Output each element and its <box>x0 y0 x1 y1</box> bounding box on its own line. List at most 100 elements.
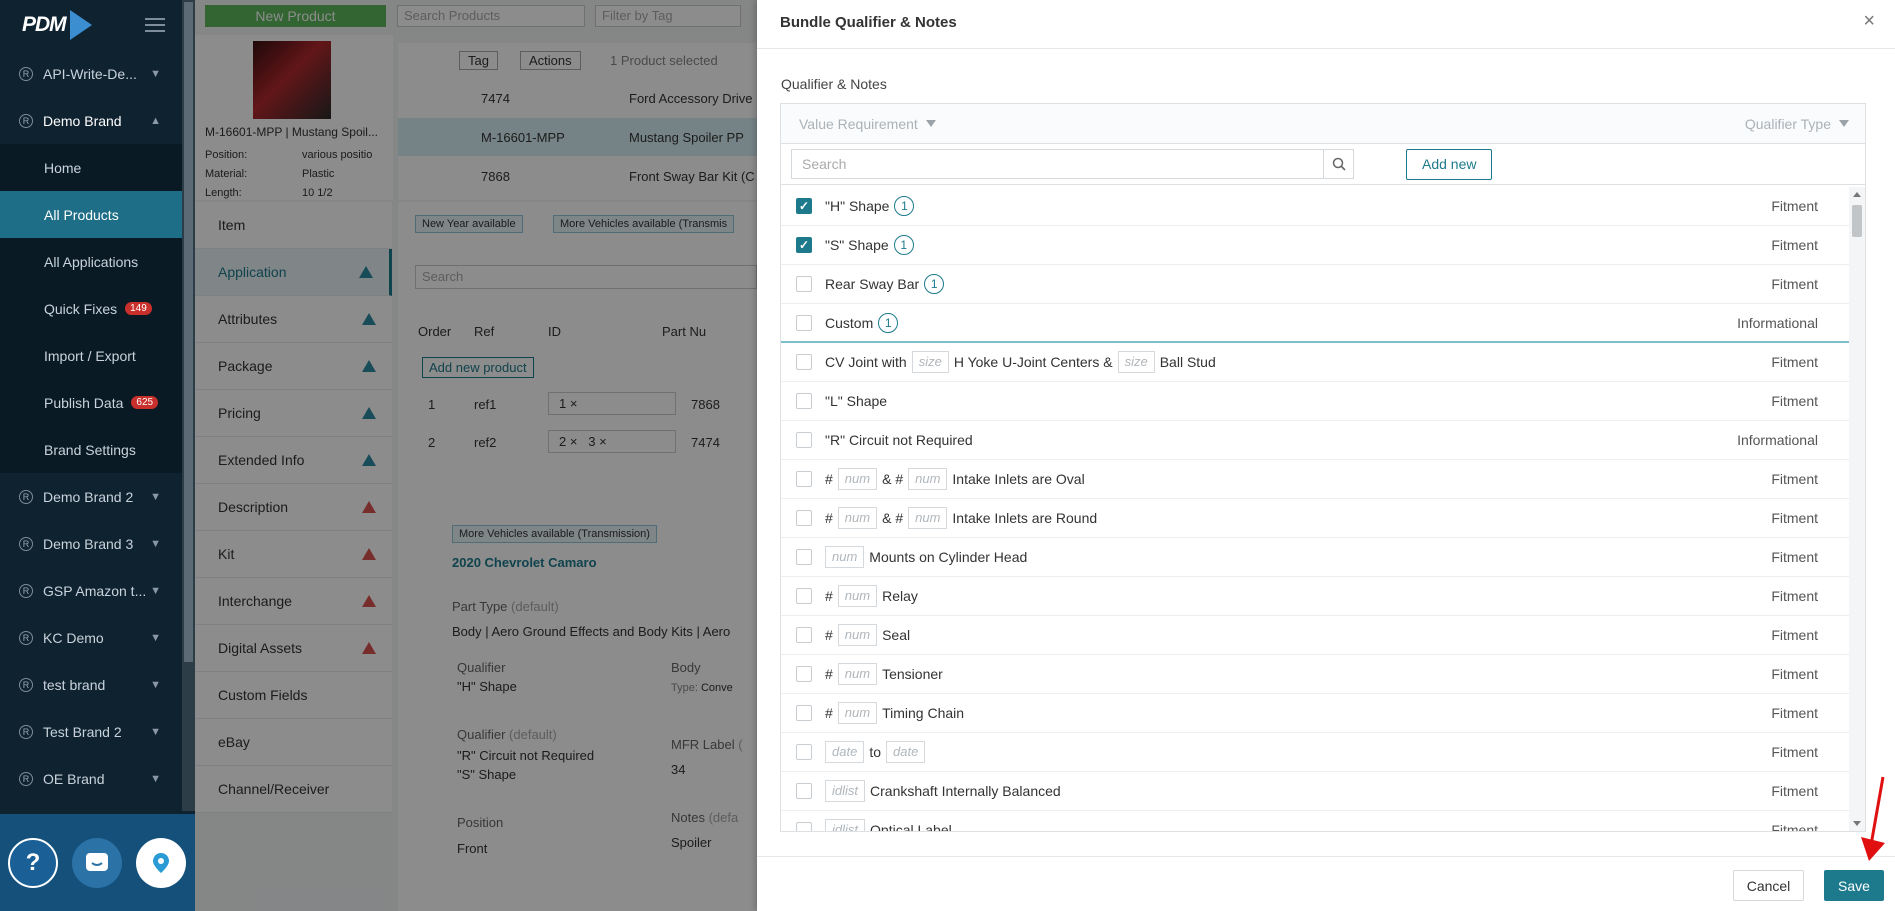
checkbox-checked[interactable]: ✓ <box>796 237 812 253</box>
add-new-button[interactable]: Add new <box>1406 148 1493 180</box>
brand-label: KC Demo <box>43 629 104 646</box>
value-slot-input[interactable]: size <box>1117 351 1155 373</box>
qualifier-row[interactable]: idlist Optical Label Fitment <box>781 811 1851 831</box>
value-slot-input[interactable]: idlist <box>825 780 866 802</box>
value-slot-input[interactable]: size <box>911 351 949 373</box>
qualifier-row[interactable]: "L" Shape Fitment <box>781 382 1851 421</box>
sidebar-scrollbar[interactable] <box>182 0 195 811</box>
checkbox[interactable] <box>796 705 812 721</box>
qualifier-row[interactable]: Custom 1 Informational <box>781 304 1851 343</box>
checkbox[interactable] <box>796 354 812 370</box>
modal-overlay[interactable] <box>195 0 757 911</box>
brand-label: OE Brand <box>43 770 105 787</box>
nav-item[interactable]: Quick Fixes 149 <box>0 285 195 332</box>
checkbox[interactable] <box>796 393 812 409</box>
qualifier-row[interactable]: # num Timing Chain Fitment <box>781 694 1851 733</box>
checkbox[interactable] <box>796 822 812 831</box>
value-slot-input[interactable]: num <box>837 702 878 724</box>
count-badge: 625 <box>131 396 159 409</box>
checkbox[interactable] <box>796 549 812 565</box>
brand-label: Demo Brand 2 <box>43 488 134 505</box>
nav-item[interactable]: Import / Export <box>0 332 195 379</box>
brand-item[interactable]: R KC Demo ▼ <box>0 614 195 661</box>
brand-item[interactable]: R OE Brand ▼ <box>0 755 195 802</box>
qualifier-row[interactable]: ✓ "S" Shape 1 Fitment <box>781 226 1851 265</box>
qualifier-text: # <box>825 471 833 487</box>
search-icon[interactable] <box>1323 150 1353 178</box>
brand-item[interactable]: R Demo Brand ▲ <box>0 97 195 144</box>
qualifier-row[interactable]: # num Seal Fitment <box>781 616 1851 655</box>
location-button[interactable] <box>136 837 186 888</box>
checkbox[interactable] <box>796 276 812 292</box>
checkbox[interactable] <box>796 588 812 604</box>
info-count-icon[interactable]: 1 <box>894 196 915 216</box>
qualifier-row[interactable]: num Mounts on Cylinder Head Fitment <box>781 538 1851 577</box>
filter-icon[interactable] <box>925 120 936 127</box>
qualifier-text: Ball Stud <box>1159 354 1216 370</box>
sidebar-bottom-bar: ? <box>0 814 195 911</box>
value-slot-input[interactable]: num <box>908 507 948 529</box>
brand-item[interactable]: Rtest brand ▼ <box>0 661 195 708</box>
value-slot-input[interactable]: num <box>837 585 878 607</box>
nav-item[interactable]: Home <box>0 144 195 191</box>
info-count-icon[interactable]: 1 <box>924 274 945 294</box>
qualifier-row[interactable]: idlist Crankshaft Internally Balanced Fitm… <box>781 772 1851 811</box>
info-count-icon[interactable]: 1 <box>893 235 914 255</box>
qualifier-text: & # <box>882 510 904 526</box>
menu-toggle-icon[interactable] <box>145 18 165 32</box>
qualifier-row[interactable]: # num & # num Intake Inlets are Round Fitment <box>781 499 1851 538</box>
chat-button[interactable] <box>72 837 122 888</box>
brand-item[interactable]: R API-Write-De... ▼ <box>0 50 195 97</box>
checkbox[interactable] <box>796 666 812 682</box>
checkbox[interactable] <box>796 432 812 448</box>
qualifier-row[interactable]: # num Relay Fitment <box>781 577 1851 616</box>
nav-item[interactable]: Brand Settings <box>0 426 195 473</box>
checkbox-checked[interactable]: ✓ <box>796 198 812 214</box>
nav-item[interactable]: All Applications <box>0 238 195 285</box>
checkbox[interactable] <box>796 783 812 799</box>
qualifier-row[interactable]: # num Tensioner Fitment <box>781 655 1851 694</box>
value-slot-input[interactable]: date <box>825 741 865 763</box>
qualifier-text: Optical Label <box>870 822 952 831</box>
qualifier-row[interactable]: date to date Fitment <box>781 733 1851 772</box>
value-slot-input[interactable]: num <box>837 507 878 529</box>
info-count-icon[interactable]: 1 <box>878 312 899 333</box>
nav-item-label: Home <box>44 159 82 176</box>
list-scrollbar[interactable] <box>1849 187 1865 831</box>
qualifier-type: Fitment <box>1771 744 1818 760</box>
qualifier-list: ✓ "H" Shape 1 Fitment ✓ "S" Shape 1 Fitment Rear… <box>781 187 1851 831</box>
brand-item[interactable]: R Demo Brand 3 ▼ <box>0 520 195 567</box>
value-slot-input[interactable]: num <box>837 468 878 490</box>
chevron-down-icon: ▼ <box>150 725 161 738</box>
brand-item[interactable]: R Test Brand 2 ▼ <box>0 708 195 755</box>
checkbox[interactable] <box>796 471 812 487</box>
qualifier-row[interactable]: "R" Circuit not Required Informational <box>781 421 1851 460</box>
checkbox[interactable] <box>796 627 812 643</box>
value-slot-input[interactable]: num <box>825 546 865 568</box>
qualifier-row[interactable]: CV Joint with size H Yoke U-Joint Centers … <box>781 343 1851 382</box>
value-slot-input[interactable]: idlist <box>825 819 866 831</box>
checkbox[interactable] <box>796 510 812 526</box>
value-slot-input[interactable]: date <box>886 741 926 763</box>
brand-item[interactable]: R GSP Amazon t... ▼ <box>0 567 195 614</box>
close-icon[interactable]: × <box>1863 10 1875 33</box>
value-slot-input[interactable]: num <box>908 468 948 490</box>
help-button[interactable]: ? <box>8 837 58 888</box>
checkbox[interactable] <box>796 314 812 331</box>
checkbox[interactable] <box>796 744 812 760</box>
nav-item[interactable]: Publish Data 625 <box>0 379 195 426</box>
value-slot-input[interactable]: num <box>837 624 878 646</box>
save-button[interactable]: Save <box>1824 870 1884 901</box>
value-slot-input[interactable]: num <box>837 663 878 685</box>
brand-item[interactable]: R Demo Brand 2 ▼ <box>0 473 195 520</box>
search-input[interactable] <box>792 150 1323 178</box>
qualifier-text: & # <box>882 471 904 487</box>
cancel-button[interactable]: Cancel <box>1733 870 1804 901</box>
qualifier-row[interactable]: # num & # num Intake Inlets are Oval Fitment <box>781 460 1851 499</box>
qualifier-row[interactable]: ✓ "H" Shape 1 Fitment <box>781 187 1851 226</box>
filter-icon[interactable] <box>1839 120 1849 127</box>
brand-label: Test Brand 2 <box>43 723 122 740</box>
qualifier-row[interactable]: Rear Sway Bar 1 Fitment <box>781 265 1851 304</box>
nav-item[interactable]: All Products <box>0 191 195 238</box>
modal-title: Bundle Qualifier & Notes <box>780 14 957 31</box>
